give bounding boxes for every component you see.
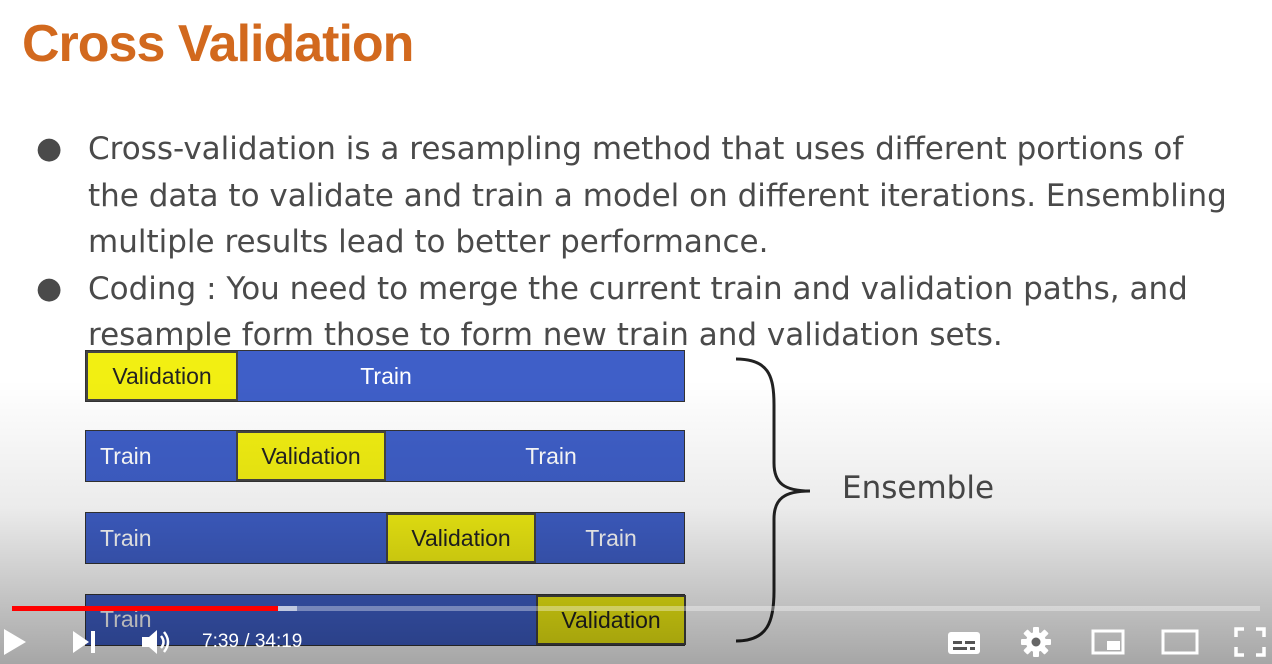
miniplayer-icon (1091, 629, 1125, 655)
volume-button[interactable] (136, 620, 176, 664)
bullet-line: Coding : You need to merge the current t… (88, 270, 1188, 307)
video-frame[interactable]: Cross Validation ● Cross-validation is a… (0, 0, 1272, 664)
fold-bar-3: Train Validation Train (85, 512, 685, 564)
next-button[interactable] (66, 620, 102, 664)
bullet-list: ● Cross-validation is a resampling metho… (36, 126, 1246, 359)
fold-bar-1: Validation Train (85, 350, 685, 402)
train-segment: Train (100, 442, 152, 469)
fullscreen-button[interactable] (1230, 620, 1270, 664)
validation-segment: Validation (386, 513, 536, 563)
bullet-line: the data to validate and train a model o… (88, 177, 1227, 214)
volume-icon (142, 630, 170, 654)
miniplayer-button[interactable] (1086, 620, 1130, 664)
fullscreen-icon (1234, 627, 1266, 657)
subtitles-icon (948, 632, 980, 654)
train-segment: Train (585, 524, 637, 551)
progress-bar[interactable] (12, 606, 1260, 611)
train-segment: Train (525, 442, 577, 469)
play-icon (4, 629, 26, 655)
bullet-line: multiple results lead to better performa… (88, 224, 769, 260)
ensemble-label: Ensemble (842, 470, 995, 506)
slide-title: Cross Validation (22, 15, 414, 73)
play-button[interactable] (0, 620, 30, 664)
time-display: 7:39 / 34:19 (202, 631, 303, 652)
fold-bar-2: Train Validation Train (85, 430, 685, 482)
bullet-dot: ● (36, 270, 63, 306)
theater-mode-icon (1161, 629, 1199, 655)
subtitles-button[interactable] (942, 620, 986, 664)
validation-segment: Validation (236, 431, 386, 481)
next-icon (73, 631, 95, 653)
theater-mode-button[interactable] (1158, 620, 1202, 664)
gear-icon (1021, 627, 1051, 657)
bullet-dot: ● (36, 131, 63, 166)
bullet-line: Cross-validation is a resampling method … (88, 131, 1184, 167)
player-controls: 7:39 / 34:19 (0, 620, 1272, 664)
train-segment: Train (360, 362, 412, 389)
progress-played (12, 606, 278, 611)
settings-button[interactable] (1016, 620, 1056, 664)
curly-brace-icon (735, 357, 811, 643)
bullet-item: ● Coding : You need to merge the current… (36, 266, 1246, 359)
validation-segment: Validation (86, 351, 238, 401)
bullet-item: ● Cross-validation is a resampling metho… (36, 126, 1246, 266)
train-segment: Train (100, 524, 152, 551)
